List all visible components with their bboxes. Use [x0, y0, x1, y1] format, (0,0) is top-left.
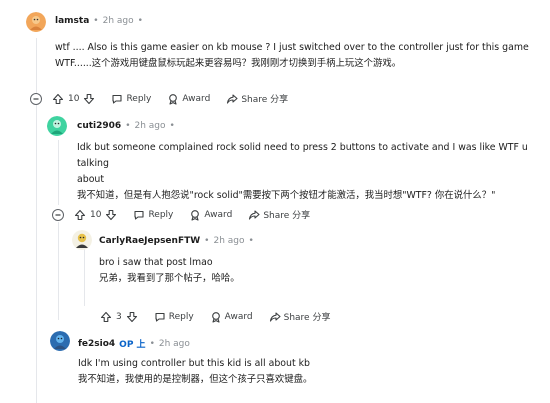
separator-dot: • — [169, 121, 175, 131]
upvote-icon — [74, 209, 86, 220]
minus-icon — [52, 208, 64, 221]
thread-line — [58, 222, 59, 320]
comment-body: wtf .... Also is this game easier on kb … — [55, 40, 545, 72]
separator-dot: • — [248, 236, 254, 246]
separator-dot: • — [204, 236, 210, 246]
comment-meta: CarlyRaeJepsenFTW • 2h ago • — [99, 236, 258, 246]
comment-text-line: Idk I'm using controller but this kid is… — [78, 358, 310, 369]
upvote-icon — [52, 93, 64, 104]
comment-body: Idk I'm using controller but this kid is… — [78, 356, 538, 388]
separator-dot: • — [93, 16, 99, 26]
comment-text-line: 我不知道，但是有人抱怨说"rock solid"需要按下两个按钮才能激活，我当时… — [77, 190, 496, 201]
comment-text-line: 兄弟，我看到了那个帖子，哈哈。 — [99, 273, 240, 284]
award-label: Award — [224, 311, 253, 322]
comment-text-line: Idk but someone complained rock solid ne… — [77, 142, 528, 169]
downvote-button[interactable] — [126, 311, 138, 323]
avatar[interactable] — [26, 12, 46, 32]
timestamp[interactable]: 2h ago — [135, 121, 166, 131]
vote-count: 10 — [68, 93, 80, 104]
username[interactable]: CarlyRaeJepsenFTW — [99, 236, 200, 246]
avatar[interactable] — [47, 116, 67, 136]
share-button[interactable]: Share 分享 — [269, 310, 331, 323]
timestamp[interactable]: 2h ago — [103, 16, 134, 26]
collapse-thread-button[interactable] — [52, 208, 64, 221]
reply-button[interactable]: Reply — [154, 311, 194, 323]
username[interactable]: cuti2906 — [77, 121, 121, 131]
award-button[interactable]: Award — [210, 311, 253, 323]
comment-actions: 10 Reply Award Share 分享 — [30, 92, 288, 105]
share-button[interactable]: Share 分享 — [226, 92, 288, 105]
username[interactable]: lamsta — [55, 16, 89, 26]
comment-body: bro i saw that post lmao 兄弟，我看到了那个帖子，哈哈。 — [99, 255, 539, 287]
award-label: Award — [204, 209, 233, 220]
separator-dot: • — [137, 16, 143, 26]
vote-count: 10 — [90, 209, 102, 220]
downvote-icon — [84, 93, 95, 104]
reply-button[interactable]: Reply — [111, 93, 151, 105]
award-icon — [211, 311, 220, 323]
downvote-icon — [106, 209, 117, 220]
share-icon — [269, 311, 281, 322]
comment-text-line: 我不知道，我使用的是控制器，但这个孩子只喜欢键盘。 — [78, 374, 313, 385]
share-icon — [227, 93, 238, 104]
comment-icon — [134, 210, 145, 220]
upvote-button[interactable] — [52, 93, 64, 105]
thread-line — [36, 105, 37, 403]
award-label: Award — [182, 93, 211, 104]
reply-label: Reply — [148, 209, 174, 220]
comment-meta: fe2sio4 OP 上 • 2h ago — [78, 337, 190, 351]
thread-line — [58, 140, 59, 205]
upvote-button[interactable] — [100, 311, 112, 323]
comment-meta: cuti2906 • 2h ago • — [77, 121, 179, 131]
reply-button[interactable]: Reply — [133, 209, 173, 221]
timestamp[interactable]: 2h ago — [213, 236, 244, 246]
upvote-button[interactable] — [74, 209, 86, 221]
comment-actions: 10 Reply Award Share 分享 — [52, 208, 310, 221]
award-icon — [169, 93, 178, 105]
comment-icon — [112, 94, 123, 104]
share-label: Share 分享 — [283, 313, 331, 323]
reply-label: Reply — [168, 311, 194, 322]
thread-line — [84, 246, 85, 306]
comment-text-line: about — [77, 174, 105, 185]
collapse-thread-button[interactable] — [30, 92, 42, 105]
avatar[interactable] — [50, 331, 70, 351]
timestamp[interactable]: 2h ago — [159, 339, 190, 349]
downvote-button[interactable] — [83, 93, 95, 105]
share-label: Share 分享 — [241, 95, 289, 105]
op-badge: OP 上 — [119, 340, 146, 350]
comment-meta: lamsta • 2h ago • — [55, 16, 147, 26]
comment-icon — [155, 312, 165, 322]
username[interactable]: fe2sio4 — [78, 339, 115, 349]
avatar[interactable] — [72, 230, 92, 250]
award-icon — [191, 209, 200, 221]
comment-text-line: wtf .... Also is this game easier on kb … — [55, 42, 529, 53]
downvote-icon — [126, 311, 137, 322]
upvote-icon — [100, 311, 112, 322]
comment-text-line: WTF......这个游戏用键盘鼠标玩起来更容易吗？我刚刚才切换到手柄上玩这个游… — [55, 58, 402, 69]
minus-icon — [30, 92, 42, 105]
share-icon — [249, 209, 260, 220]
comment-body: Idk but someone complained rock solid ne… — [77, 140, 547, 204]
award-button[interactable]: Award — [189, 209, 232, 221]
separator-dot: • — [149, 338, 155, 349]
award-button[interactable]: Award — [167, 93, 210, 105]
thread-line — [36, 38, 37, 93]
share-button[interactable]: Share 分享 — [248, 208, 310, 221]
vote-count: 3 — [116, 311, 122, 322]
downvote-button[interactable] — [105, 209, 117, 221]
share-label: Share 分享 — [263, 211, 311, 221]
comment-actions: 3 Reply Award Share 分享 — [100, 310, 330, 323]
reply-label: Reply — [126, 93, 152, 104]
separator-dot: • — [125, 121, 131, 131]
comment-text-line: bro i saw that post lmao — [99, 257, 213, 268]
